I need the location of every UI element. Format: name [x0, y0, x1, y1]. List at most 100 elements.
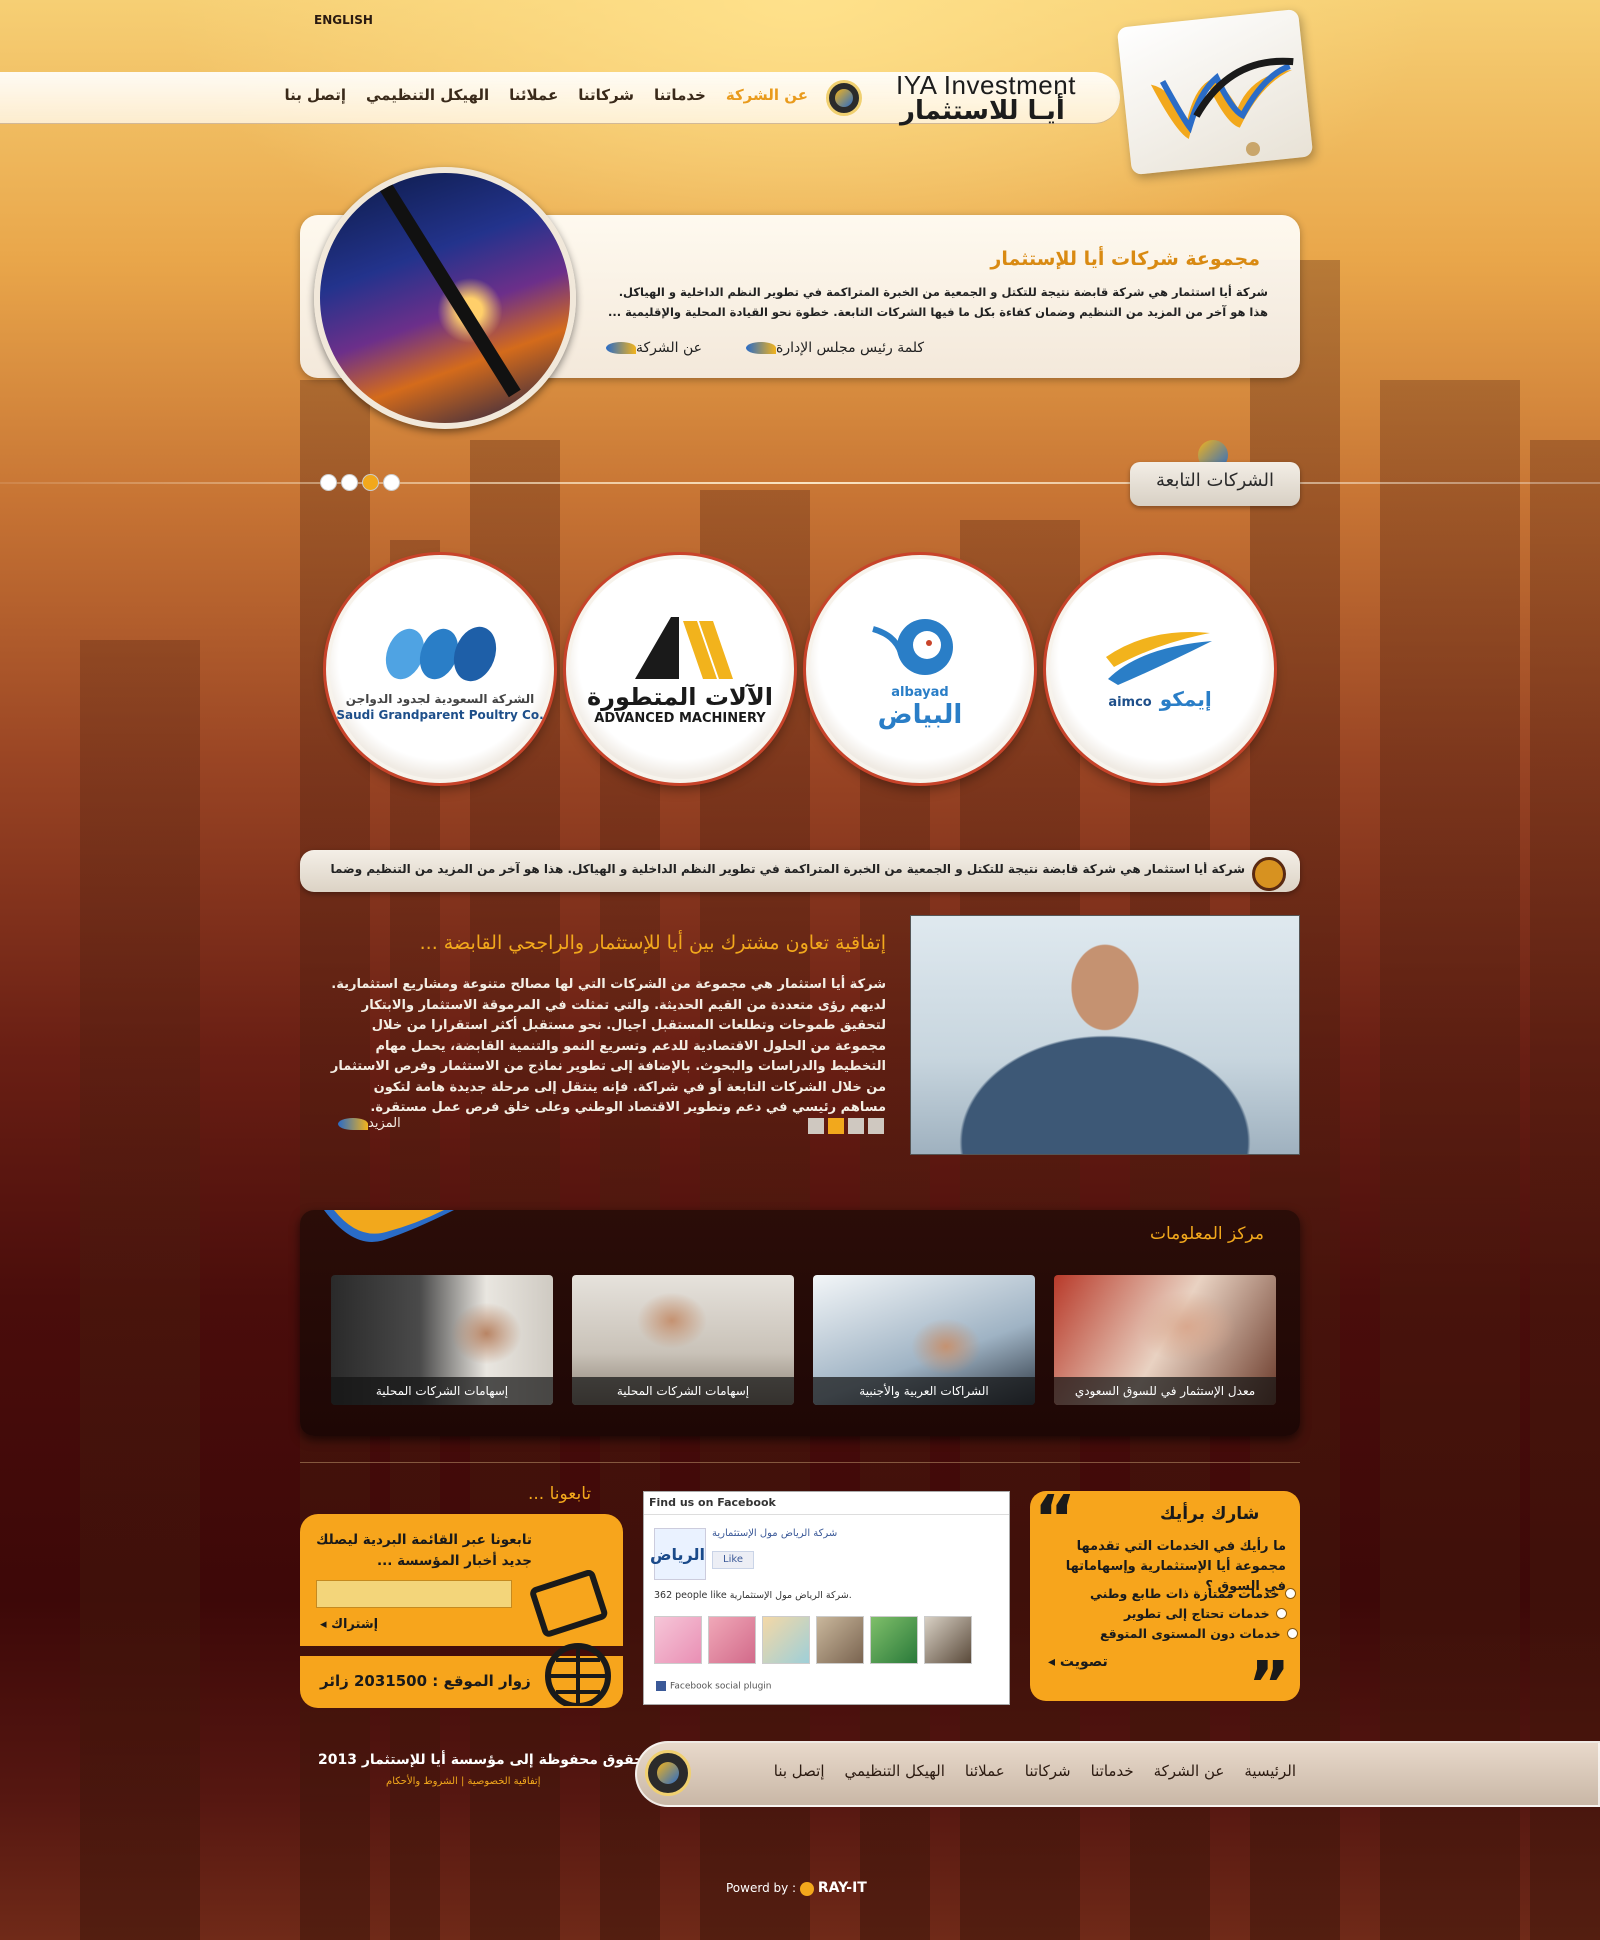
hero-about-link[interactable]: عن الشركة: [600, 340, 702, 356]
footer-nav-contact[interactable]: إتصل بنا: [774, 1762, 825, 1780]
wing-icon: [746, 342, 776, 354]
slider-dot[interactable]: [341, 474, 358, 491]
nav-item-services[interactable]: خدماتنا: [654, 86, 706, 110]
hero-about-label: عن الشركة: [636, 340, 703, 356]
chairman-word-label: كلمة رئيس مجلس الإدارة: [776, 340, 925, 356]
footer-nav-about[interactable]: عن الشركة: [1154, 1762, 1225, 1780]
facebook-like-count: 362 people like شركة الرياض مول الإستثما…: [654, 1590, 852, 1601]
ray-it-logo-icon: [799, 1881, 814, 1896]
powered-by[interactable]: Powerd by : RAY-IT: [726, 1880, 867, 1896]
news-more-label: المزيد: [368, 1116, 401, 1131]
quote-close-icon: ”: [1248, 1649, 1291, 1723]
vote-button[interactable]: تصويت ◂: [1048, 1654, 1108, 1670]
poll-radio[interactable]: [1285, 1588, 1297, 1599]
poll-title: شارك برأيك: [1160, 1504, 1260, 1524]
subsidiary-name-ar: الشركة السعودية لجدود الدواجن: [345, 692, 535, 706]
language-link[interactable]: ENGLISH: [314, 13, 373, 27]
slider-dots: [320, 474, 400, 491]
subsidiary-name-en: Saudi Grandparent Poultry Co.: [336, 708, 544, 722]
facebook-page-logo[interactable]: الرياض: [650, 1528, 706, 1580]
facebook-fan-avatar[interactable]: [816, 1616, 864, 1664]
news-body: شركة أيا استثمار هي مجموعة من الشركات ال…: [330, 977, 886, 1115]
info-thumb-caption: الشراكات العربية والأجنبية: [813, 1377, 1035, 1405]
info-center-title: مركز المعلومات: [1150, 1224, 1264, 1244]
facebook-page-name[interactable]: شركة الرياض مول الإستثمارية: [712, 1528, 837, 1539]
hero-text: شركة أيا استثمار هي شركة قابضة نتيجة للت…: [607, 285, 1268, 319]
news-title[interactable]: إتفاقية تعاون مشترك بين أيا للإستثمار وا…: [330, 932, 886, 954]
news-page-button[interactable]: [868, 1118, 884, 1134]
powered-by-label: Powerd by :: [726, 1881, 797, 1895]
info-thumb[interactable]: إسهامات الشركات المحلية: [572, 1275, 794, 1405]
subsidiary-advanced-machinery[interactable]: الآلات المتطورة ADVANCED MACHINERY: [566, 555, 794, 783]
subscribe-button[interactable]: إشتراك ◂: [320, 1617, 378, 1632]
facebook-footer: Facebook social plugin: [656, 1681, 772, 1692]
footer-nav-home[interactable]: الرئيسية: [1244, 1762, 1296, 1780]
news-page-button-active[interactable]: [828, 1118, 844, 1134]
facebook-fan-avatar[interactable]: [870, 1616, 918, 1664]
info-thumb[interactable]: معدل الإستثمار في للسوق السعودي: [1054, 1275, 1276, 1405]
footer-nav-companies[interactable]: شركاتنا: [1025, 1762, 1071, 1780]
slider-dot[interactable]: [320, 474, 337, 491]
facebook-fan-avatar[interactable]: [924, 1616, 972, 1664]
subscribe-label: إشتراك: [331, 1617, 379, 1632]
ticker-icon: [1252, 857, 1286, 891]
divider: [0, 482, 1600, 484]
nav-item-companies[interactable]: شركاتنا: [578, 86, 634, 110]
nav-item-org-structure[interactable]: الهيكل التنظيمي: [366, 86, 489, 110]
facebook-fan-avatar[interactable]: [708, 1616, 756, 1664]
poll-radio[interactable]: [1275, 1608, 1287, 1619]
vote-label: تصويت: [1059, 1654, 1108, 1670]
slider-dot[interactable]: [383, 474, 400, 491]
ticker-text[interactable]: شركة أيا استثمار هي شركة قابضة نتيجة للت…: [330, 862, 1245, 876]
chairman-word-link[interactable]: كلمة رئيس مجلس الإدارة: [740, 340, 924, 356]
info-thumb-caption: إسهامات الشركات المحلية: [331, 1377, 553, 1405]
info-thumb-caption: معدل الإستثمار في للسوق السعودي: [1054, 1377, 1276, 1405]
nav-item-about[interactable]: عن الشركة: [726, 86, 808, 110]
poll-option[interactable]: خدمات تحتاج إلى تطوير: [1124, 1606, 1287, 1621]
footer-nav-org-structure[interactable]: الهيكل التنظيمي: [845, 1762, 945, 1780]
subsidiary-name-en: aimco: [1108, 695, 1152, 710]
poll-option-label: خدمات ممتازة ذات طابع وطني: [1090, 1586, 1280, 1601]
follow-title: تابعونا ...: [528, 1484, 592, 1504]
poll-radio[interactable]: [1286, 1628, 1298, 1639]
nav-item-contact[interactable]: إتصل بنا: [284, 86, 346, 110]
footer-nav-services[interactable]: خدماتنا: [1091, 1762, 1134, 1780]
powered-by-brand: RAY-IT: [817, 1880, 867, 1896]
news-page-button[interactable]: [808, 1118, 824, 1134]
footer-nav-clients[interactable]: عملائنا: [965, 1762, 1005, 1780]
news-page-button[interactable]: [848, 1118, 864, 1134]
subsidiary-albayad[interactable]: albayad البياض: [806, 555, 1034, 783]
envelope-globe-icon: [530, 1570, 611, 1706]
info-thumb[interactable]: الشراكات العربية والأجنبية: [813, 1275, 1035, 1405]
footer-nav: الرئيسية عن الشركة خدماتنا شركاتنا عملائ…: [716, 1762, 1296, 1780]
legal-links[interactable]: إتفاقية الخصوصية | الشروط والأحكام: [386, 1776, 541, 1787]
poll-option[interactable]: خدمات دون المستوى المتوقع: [1100, 1626, 1298, 1641]
subsidiary-name-en: albayad: [891, 684, 949, 700]
info-thumb-caption: إسهامات الشركات المحلية: [572, 1377, 794, 1405]
wing-icon: [338, 1117, 368, 1130]
facebook-like-button[interactable]: Like: [712, 1551, 754, 1569]
poll-option-label: خدمات دون المستوى المتوقع: [1100, 1626, 1281, 1641]
subsidiary-aimco[interactable]: aimco إيمكو: [1046, 555, 1274, 783]
facebook-icon: [656, 1681, 666, 1691]
divider: [300, 1462, 1300, 1463]
poultry-eggs-icon: [385, 626, 497, 682]
facebook-fan-avatar[interactable]: [654, 1616, 702, 1664]
info-thumb[interactable]: إسهامات الشركات المحلية: [331, 1275, 553, 1405]
slider-dot-active[interactable]: [362, 474, 379, 491]
aimco-logo-icon: [1106, 632, 1212, 685]
facebook-fan-avatar[interactable]: [762, 1616, 810, 1664]
poll-option[interactable]: خدمات ممتازة ذات طابع وطني: [1090, 1586, 1297, 1601]
machinery-logo-icon: [635, 616, 733, 679]
news-more-link[interactable]: المزيد: [330, 1116, 401, 1131]
nav-item-clients[interactable]: عملائنا: [509, 86, 558, 110]
subsidiary-saudi-grandparent-poultry[interactable]: الشركة السعودية لجدود الدواجن Saudi Gran…: [326, 555, 554, 783]
albayad-bird-icon: [872, 618, 953, 675]
facebook-footer-label: Facebook social plugin: [670, 1681, 772, 1692]
logo[interactable]: [1116, 8, 1314, 176]
nav-logo-ball-icon: [826, 80, 862, 116]
newsletter-text: تابعونا عبر القائمة البردية ليصلك جديد أ…: [316, 1532, 532, 1569]
newsletter-email-input[interactable]: [316, 1580, 512, 1608]
logo-card-hole: [1246, 142, 1260, 156]
subsidiaries-title: الشركات التابعة: [1156, 470, 1274, 491]
